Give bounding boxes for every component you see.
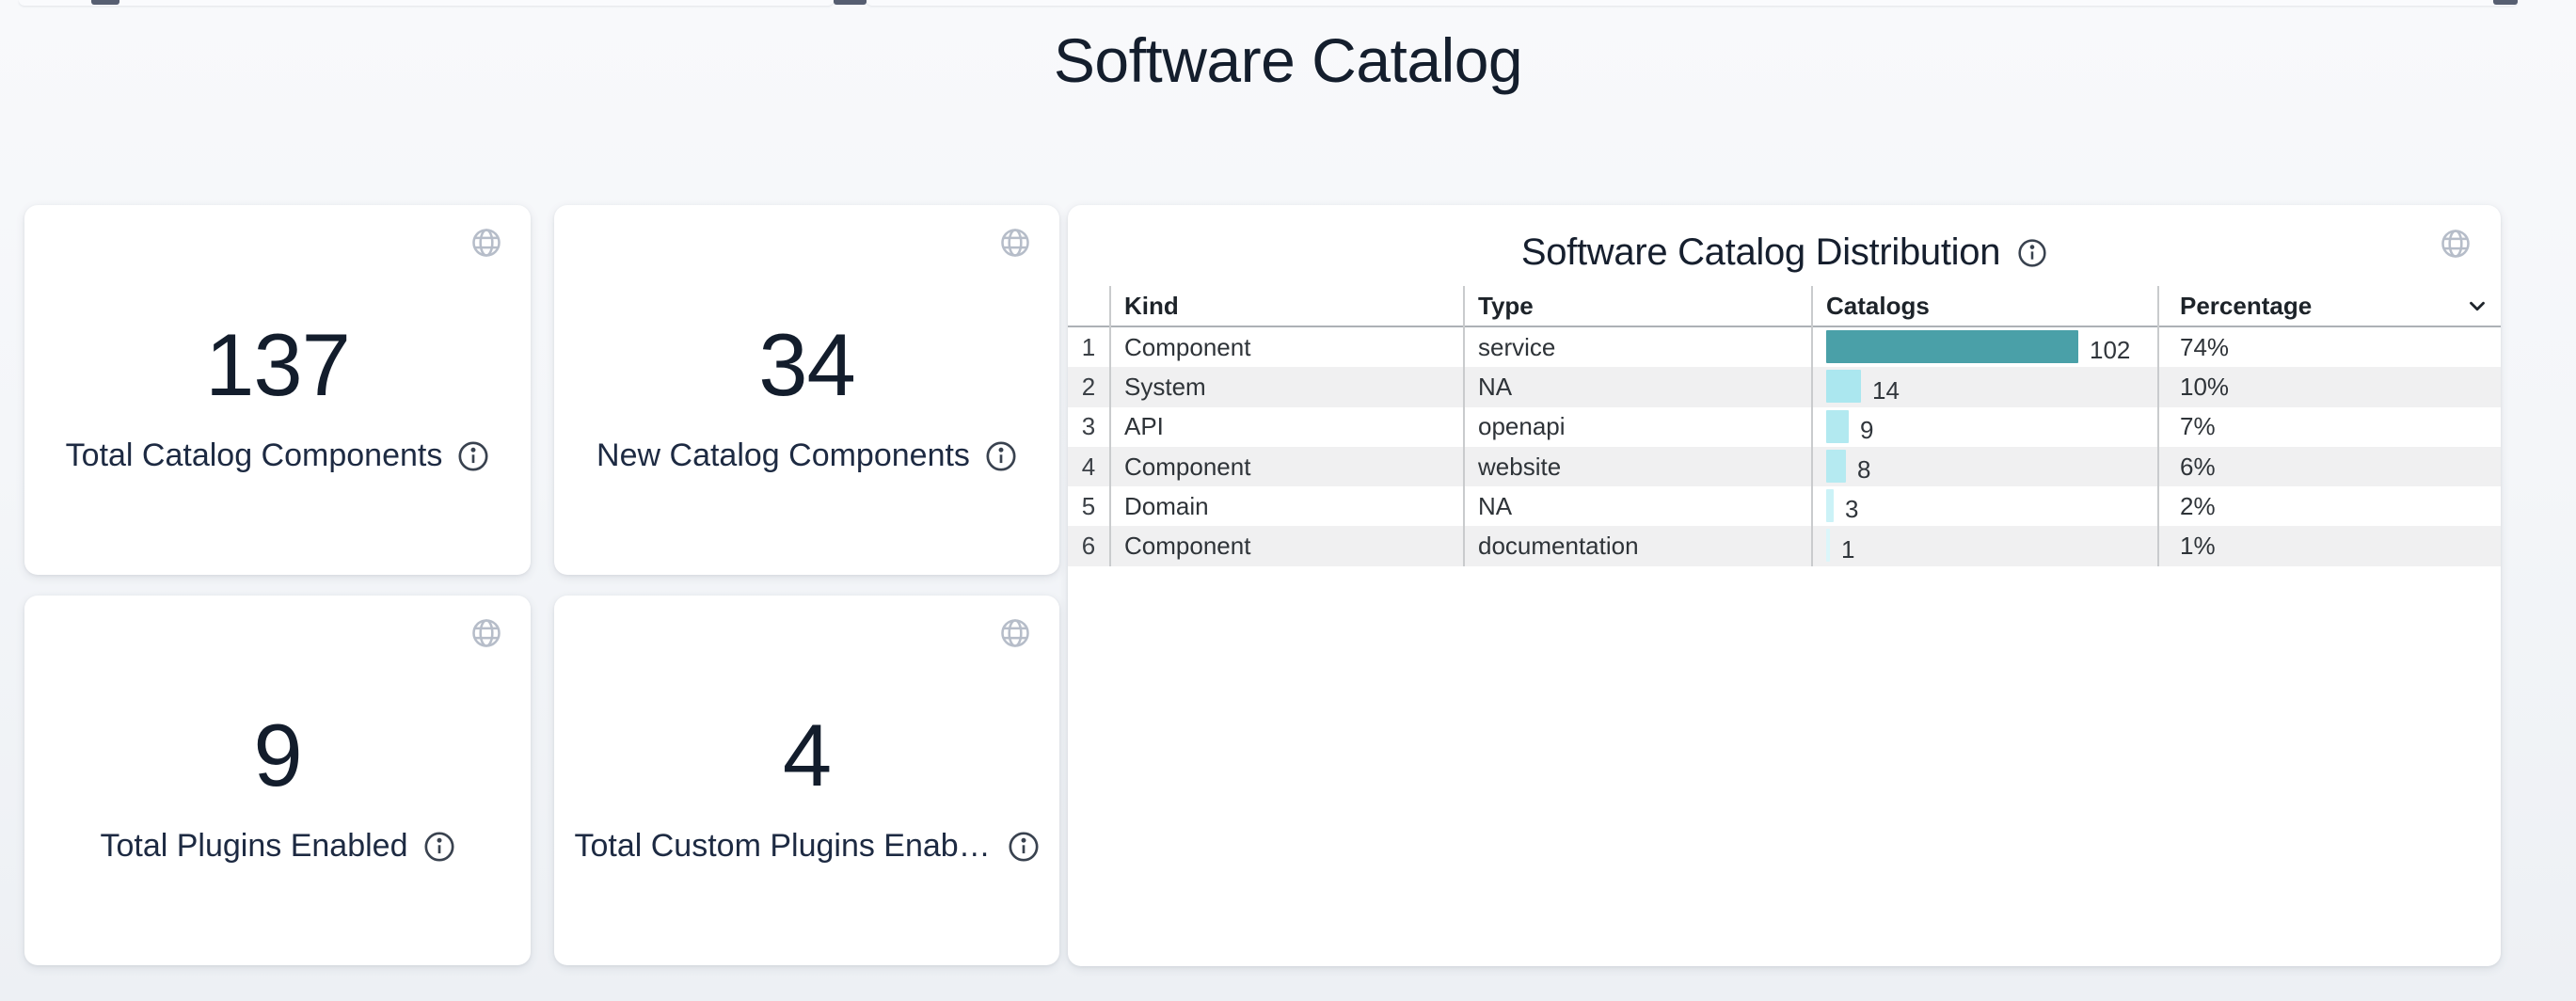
- percentage-cell: 2%: [2157, 486, 2501, 526]
- catalogs-value: 102: [2090, 336, 2130, 365]
- type-cell: website: [1463, 447, 1811, 486]
- type-cell: service: [1463, 327, 1811, 367]
- info-icon[interactable]: [2017, 238, 2047, 268]
- distribution-table: Kind Type Catalogs Percentage 1: [1068, 286, 2501, 566]
- stat-card-new-catalog-components: 34 New Catalog Components: [554, 205, 1059, 575]
- stat-label: Total Plugins Enabled: [100, 828, 407, 865]
- column-divider: [2157, 286, 2159, 566]
- top-edge-strip: [19, 0, 834, 6]
- table-row: 6 Component documentation 1 1%: [1068, 526, 2501, 565]
- info-icon[interactable]: [985, 440, 1017, 472]
- stat-card-total-plugins-enabled: 9 Total Plugins Enabled: [24, 596, 531, 965]
- catalogs-bar: [1826, 330, 2078, 363]
- kind-cell: Component: [1109, 526, 1463, 565]
- catalogs-bar: [1826, 370, 1861, 403]
- page-title: Software Catalog: [0, 24, 2576, 96]
- top-edge-fragment: [834, 0, 867, 5]
- stat-label: New Catalog Components: [596, 437, 970, 474]
- info-icon[interactable]: [1008, 831, 1040, 863]
- row-index: 6: [1068, 526, 1109, 565]
- catalogs-value: 9: [1860, 416, 1873, 445]
- table-row: 2 System NA 14 10%: [1068, 367, 2501, 406]
- column-header-index: [1068, 286, 1109, 326]
- type-cell: NA: [1463, 367, 1811, 406]
- kind-cell: Component: [1109, 327, 1463, 367]
- column-divider: [1463, 286, 1465, 566]
- column-divider: [1109, 286, 1111, 566]
- kind-cell: Component: [1109, 447, 1463, 486]
- catalogs-value: 3: [1845, 495, 1858, 524]
- row-index: 3: [1068, 407, 1109, 447]
- column-header-percentage-label: Percentage: [2180, 292, 2312, 321]
- table-row: 5 Domain NA 3 2%: [1068, 486, 2501, 526]
- type-cell: openapi: [1463, 407, 1811, 447]
- percentage-cell: 6%: [2157, 447, 2501, 486]
- percentage-cell: 7%: [2157, 407, 2501, 447]
- row-index: 1: [1068, 327, 1109, 367]
- catalogs-value: 14: [1872, 376, 1900, 405]
- catalogs-bar: [1826, 450, 1846, 483]
- stat-value: 34: [758, 319, 855, 412]
- table-body: 1 Component service 102 74% 2 System NA: [1068, 327, 2501, 566]
- table-row: 4 Component website 8 6%: [1068, 447, 2501, 486]
- catalogs-value: 1: [1841, 535, 1854, 564]
- table-row: 1 Component service 102 74%: [1068, 327, 2501, 367]
- distribution-title: Software Catalog Distribution: [1521, 231, 2000, 274]
- stat-card-total-custom-plugins-enabled: 4 Total Custom Plugins Enabl…: [554, 596, 1059, 965]
- info-icon[interactable]: [457, 440, 489, 472]
- percentage-cell: 10%: [2157, 367, 2501, 406]
- type-cell: NA: [1463, 486, 1811, 526]
- catalogs-bar: [1826, 489, 1834, 522]
- catalogs-bar: [1826, 410, 1849, 443]
- distribution-card: Software Catalog Distribution Kind Type …: [1068, 205, 2501, 966]
- catalogs-cell: 14: [1811, 367, 2157, 406]
- percentage-cell: 1%: [2157, 526, 2501, 565]
- info-icon[interactable]: [423, 831, 455, 863]
- software-catalog-dashboard: Software Catalog 137 Total Catalog Compo…: [0, 0, 2576, 1001]
- table-header-row: Kind Type Catalogs Percentage: [1068, 286, 2501, 327]
- top-edge-fragment: [91, 0, 119, 5]
- stat-label: Total Catalog Components: [66, 437, 443, 474]
- globe-icon[interactable]: [998, 616, 1032, 650]
- column-divider: [1811, 286, 1813, 566]
- table-row: 3 API openapi 9 7%: [1068, 407, 2501, 447]
- type-cell: documentation: [1463, 526, 1811, 565]
- kind-cell: API: [1109, 407, 1463, 447]
- catalogs-value: 8: [1857, 455, 1870, 485]
- row-index: 4: [1068, 447, 1109, 486]
- chevron-down-icon[interactable]: [2465, 294, 2489, 318]
- kind-cell: System: [1109, 367, 1463, 406]
- top-edge-strip: [867, 0, 2518, 6]
- percentage-cell: 74%: [2157, 327, 2501, 367]
- column-header-percentage[interactable]: Percentage: [2157, 286, 2501, 326]
- column-header-catalogs[interactable]: Catalogs: [1811, 286, 2157, 326]
- globe-icon[interactable]: [998, 226, 1032, 260]
- column-header-type[interactable]: Type: [1463, 286, 1811, 326]
- stat-value: 137: [205, 319, 350, 412]
- stat-label: Total Custom Plugins Enabl…: [574, 828, 992, 865]
- globe-icon[interactable]: [469, 616, 503, 650]
- stat-card-total-catalog-components: 137 Total Catalog Components: [24, 205, 531, 575]
- row-index: 2: [1068, 367, 1109, 406]
- stat-value: 4: [783, 709, 831, 802]
- kind-cell: Domain: [1109, 486, 1463, 526]
- catalogs-cell: 102: [1811, 327, 2157, 367]
- catalogs-cell: 3: [1811, 486, 2157, 526]
- stat-value: 9: [253, 709, 301, 802]
- catalogs-cell: 9: [1811, 407, 2157, 447]
- row-index: 5: [1068, 486, 1109, 526]
- catalogs-cell: 8: [1811, 447, 2157, 486]
- globe-icon[interactable]: [469, 226, 503, 260]
- catalogs-cell: 1: [1811, 526, 2157, 565]
- catalogs-bar: [1826, 529, 1830, 562]
- column-header-kind[interactable]: Kind: [1109, 286, 1463, 326]
- top-edge-fragment: [2493, 0, 2518, 5]
